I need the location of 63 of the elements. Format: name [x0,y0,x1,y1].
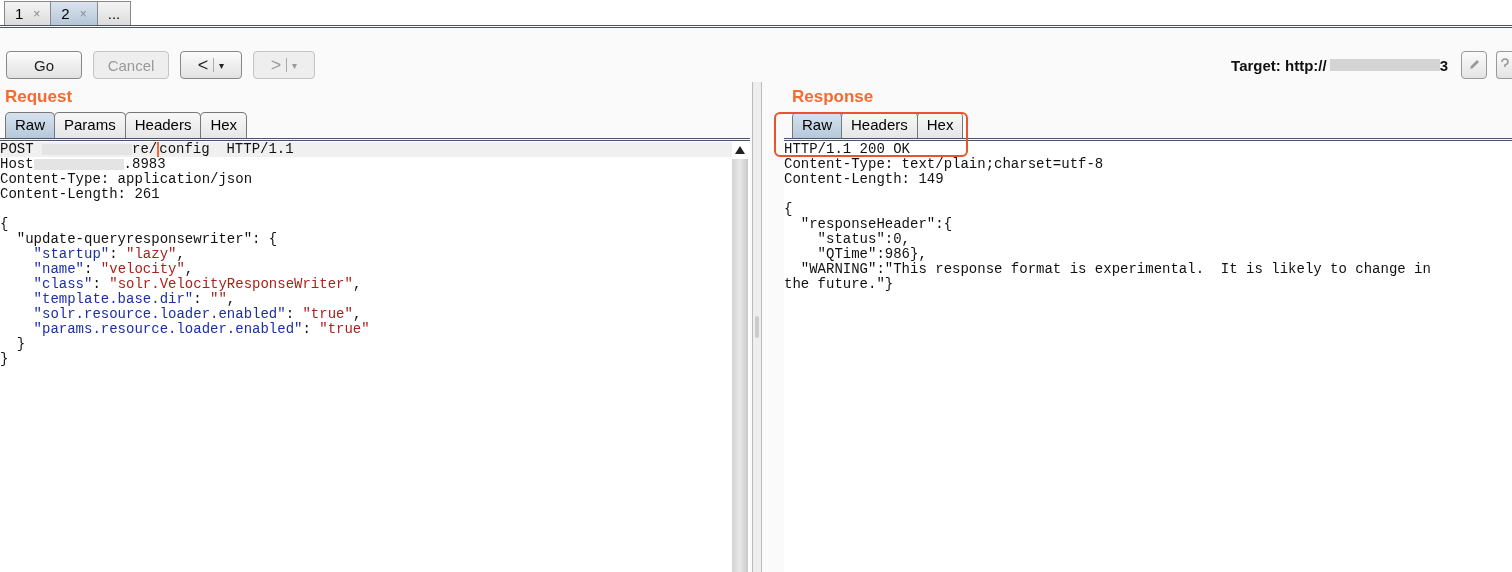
code-text: : [285,306,296,322]
text-cursor [157,142,160,157]
tab[interactable]: Headers [841,112,918,138]
code-text: : [92,276,102,292]
code-text: Host [0,156,34,172]
json-key: "template.base.dir" [0,291,194,307]
json-value: "solr.VelocityResponseWriter" [109,276,353,292]
json-key: "params.resource.loader.enabled" [0,321,303,337]
json-value: "lazy" [126,246,177,262]
json-key: "class" [0,276,93,292]
code-text: { [784,201,793,217]
code-text: Content-Length: 261 [0,186,160,202]
help-icon[interactable] [1496,51,1512,79]
json-key: "solr.resource.loader.enabled" [0,306,286,322]
json-value: "true" [319,321,370,337]
json-key: "startup" [0,246,110,262]
code-text: "status":0, [816,231,911,247]
code-text: POST [0,141,35,157]
code-text: , [226,291,236,307]
code-text: config HTTP/1.1 [159,141,294,157]
code-text: "QTime":986}, [816,246,927,262]
target-label: 3 [1439,56,1448,74]
code-text: re/ [132,141,158,157]
tab[interactable]: Params [54,112,126,138]
code-text: : [84,261,94,277]
code-text: the future."} [784,276,894,292]
code-text: , [352,276,362,292]
target-label: Target: http:// [1231,56,1327,74]
json-value: "true" [302,306,353,322]
tab[interactable]: Hex [200,112,248,138]
toolbar-button[interactable]: Go [6,51,82,79]
scroll-up-icon[interactable] [735,146,745,154]
json-value: "" [210,291,227,307]
pane-title: Response [791,86,875,108]
json-value: "velocity" [100,261,185,277]
code-text: , [352,306,362,322]
code-text: , [176,246,185,262]
code-text: , [184,261,194,277]
code-text: Content-Length: 149 [784,171,944,187]
tab[interactable]: Headers [124,112,202,138]
tab[interactable]: 1 × [4,1,52,25]
code-text: "WARNING":"This response format is experimental. It is likely to change in [799,261,1431,277]
code-text: : [302,321,312,337]
json-key: "name" [0,261,84,277]
pane-title: Request [4,86,74,108]
code-text: HTTP/1.1 200 OK [784,141,911,157]
pencil-icon[interactable] [1461,51,1487,79]
tab[interactable]: Raw [792,112,842,138]
code-text: "update-queryresponsewriter": { [15,231,278,247]
tab[interactable]: Raw [5,112,55,138]
code-text: } [0,351,9,367]
code-text: .8983 [123,156,166,172]
code-text: { [0,216,9,232]
history-button[interactable]: < ▾ [180,51,242,79]
tab[interactable]: 2 × [50,1,98,25]
code-text: Content-Type: text/plain;charset=utf-8 [784,156,1104,172]
code-text: : [109,246,119,262]
code-text: } [15,336,26,352]
tab[interactable]: ... [96,1,132,25]
code-text: : [193,291,203,307]
code-text: "responseHeader":{ [799,216,953,232]
code-text: Content-Type: application/json [0,171,253,187]
scrollbar[interactable] [732,141,748,572]
